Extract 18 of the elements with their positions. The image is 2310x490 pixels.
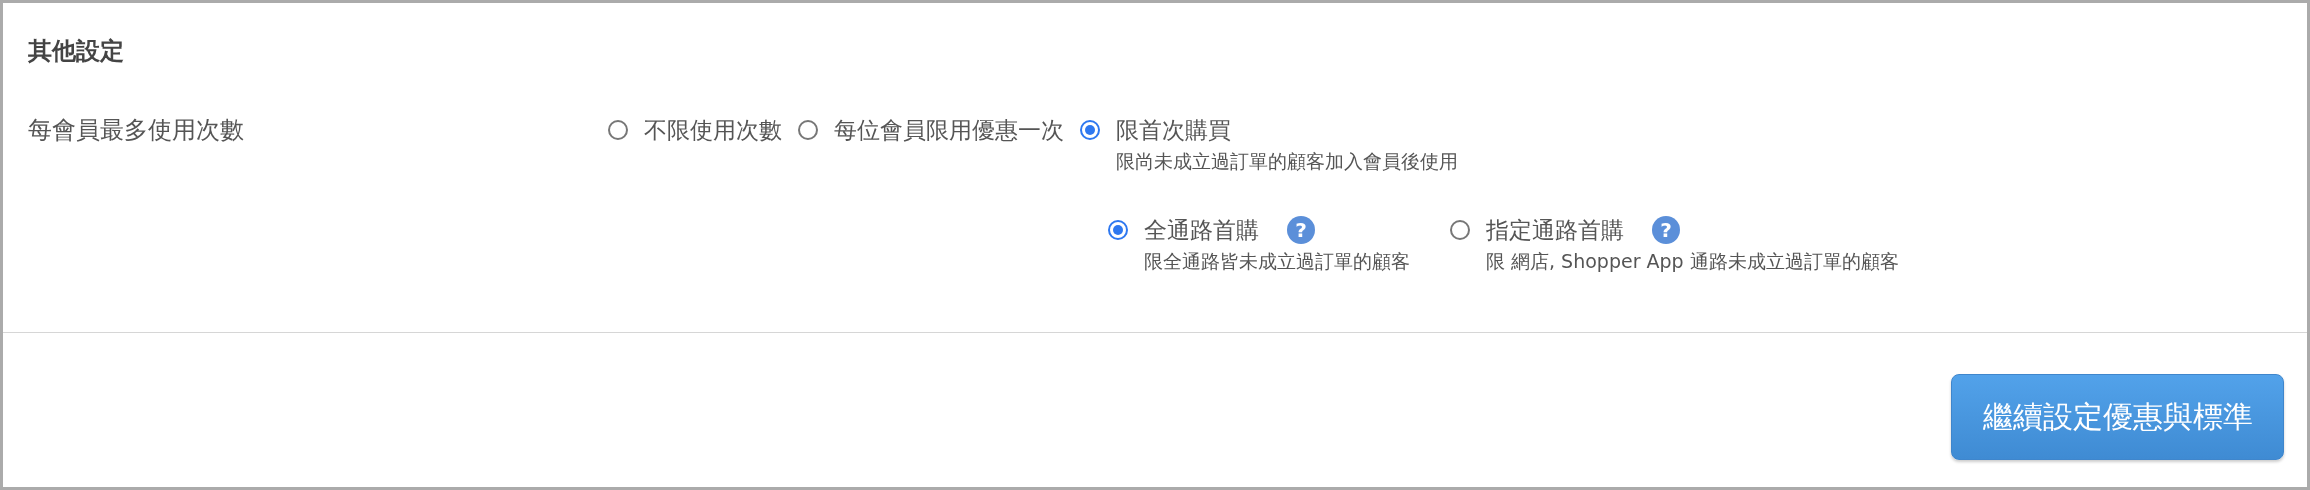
option-label: 全通路首購 xyxy=(1144,216,1259,245)
option-label: 限首次購買 xyxy=(1116,116,1232,145)
radio-button[interactable] xyxy=(798,120,818,140)
radio-button[interactable] xyxy=(1450,220,1470,240)
field-label: 每會員最多使用次數 xyxy=(28,115,245,146)
option-description: 限 網店, Shopper App 通路未成立過訂單的顧客 xyxy=(1486,249,1899,274)
help-badge[interactable]: ? xyxy=(1287,216,1315,244)
continue-button[interactable]: 繼續設定優惠與標準 xyxy=(1951,374,2284,460)
radio-button[interactable] xyxy=(1108,220,1128,240)
option-label: 每位會員限用優惠一次 xyxy=(834,116,1064,145)
radio-button[interactable] xyxy=(1080,120,1100,140)
section-title: 其他設定 xyxy=(28,36,125,67)
option-description: 限全通路皆未成立過訂單的顧客 xyxy=(1144,249,1410,274)
radio-button[interactable] xyxy=(608,120,628,140)
option-label: 不限使用次數 xyxy=(644,116,782,145)
option-description: 限尚未成立過訂單的顧客加入會員後使用 xyxy=(1116,149,1459,174)
option-label: 指定通路首購 xyxy=(1486,216,1624,245)
help-badge[interactable]: ? xyxy=(1652,216,1680,244)
